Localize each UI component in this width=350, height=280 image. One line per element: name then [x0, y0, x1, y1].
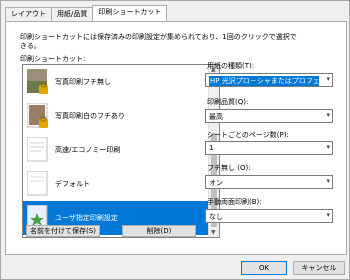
chevron-down-icon: ▾: [326, 211, 330, 219]
paper-type-label: 用紙の種類(T):: [207, 62, 255, 70]
photo-white-border-icon: [27, 103, 48, 128]
delete-button[interactable]: 削除(D): [122, 225, 196, 237]
fast-economy-icon: [27, 137, 48, 162]
pages-per-sheet-label: シートごとのページ数(P):: [207, 131, 289, 139]
tab-paper-quality[interactable]: 用紙/品質: [51, 7, 94, 21]
borderless-label: フチ無し (O):: [207, 164, 251, 172]
photo-borderless-icon: [27, 69, 48, 94]
paper-type-value: HP 光沢プロ－シャまたはプロフェ: [209, 76, 319, 86]
manual-duplex-label: 手動両面印刷(B):: [207, 198, 262, 206]
chevron-down-icon: ▾: [326, 177, 330, 185]
pages-per-sheet-value: 1: [209, 144, 214, 152]
print-quality-select[interactable]: 最高 ▾: [205, 109, 333, 123]
tab-print-shortcuts[interactable]: 印刷ショートカット: [92, 5, 168, 21]
print-quality-label: 印刷品質(Q):: [207, 98, 249, 106]
shortcut-label: ユーザ指定印刷設定: [55, 214, 118, 222]
borderless-value: オン: [209, 179, 223, 187]
pages-per-sheet-select[interactable]: 1 ▾: [205, 141, 333, 155]
paper-type-select[interactable]: HP 光沢プロ－シャまたはプロフェ ▾: [205, 73, 333, 87]
scroll-down-icon[interactable]: ▼: [211, 229, 216, 236]
default-document-icon: [27, 171, 48, 196]
chevron-down-icon: ▾: [326, 75, 330, 83]
print-quality-value: 最高: [209, 113, 223, 121]
shortcut-label: 高速/エコノミー印刷: [55, 146, 121, 154]
shortcuts-panel: 印刷ショートカットには保存済みの印刷設定が集められており、1回のクリックで選択で…: [5, 21, 347, 255]
shortcut-item-photo-borderless[interactable]: 写真印刷フチ無し: [23, 65, 209, 99]
borderless-select[interactable]: オン ▾: [205, 175, 333, 189]
tab-bar: レイアウト 用紙/品質 印刷ショートカット: [5, 5, 168, 21]
ok-button[interactable]: OK: [241, 261, 287, 275]
shortcut-item-fast-economy[interactable]: 高速/エコノミー印刷: [23, 133, 209, 167]
shortcuts-list[interactable]: 写真印刷フチ無し 写真印刷白のフチあり 高速/エコノミー印刷 デフォルト ユーザ…: [22, 64, 220, 238]
save-as-button[interactable]: 名前を付けて保存(S): [26, 225, 100, 237]
chevron-down-icon: ▾: [326, 111, 330, 119]
shortcut-item-photo-white-border[interactable]: 写真印刷白のフチあり: [23, 99, 209, 133]
manual-duplex-value: なし: [209, 213, 223, 221]
shortcut-item-default[interactable]: デフォルト: [23, 167, 209, 201]
shortcut-label: 写真印刷フチ無し: [55, 78, 111, 86]
manual-duplex-select[interactable]: なし ▾: [205, 209, 333, 223]
shortcuts-list-label: 印刷ショートカット:: [20, 55, 86, 63]
tab-layout[interactable]: レイアウト: [5, 7, 52, 21]
shortcuts-description: 印刷ショートカットには保存済みの印刷設定が集められており、1回のクリックで選択で…: [20, 33, 297, 50]
cancel-button[interactable]: キャンセル: [293, 261, 345, 275]
shortcut-label: デフォルト: [55, 180, 90, 188]
chevron-down-icon: ▾: [326, 143, 330, 151]
shortcut-label: 写真印刷白のフチあり: [55, 112, 125, 120]
print-settings-dialog: レイアウト 用紙/品質 印刷ショートカット 印刷ショートカットには保存済みの印刷…: [0, 0, 350, 280]
